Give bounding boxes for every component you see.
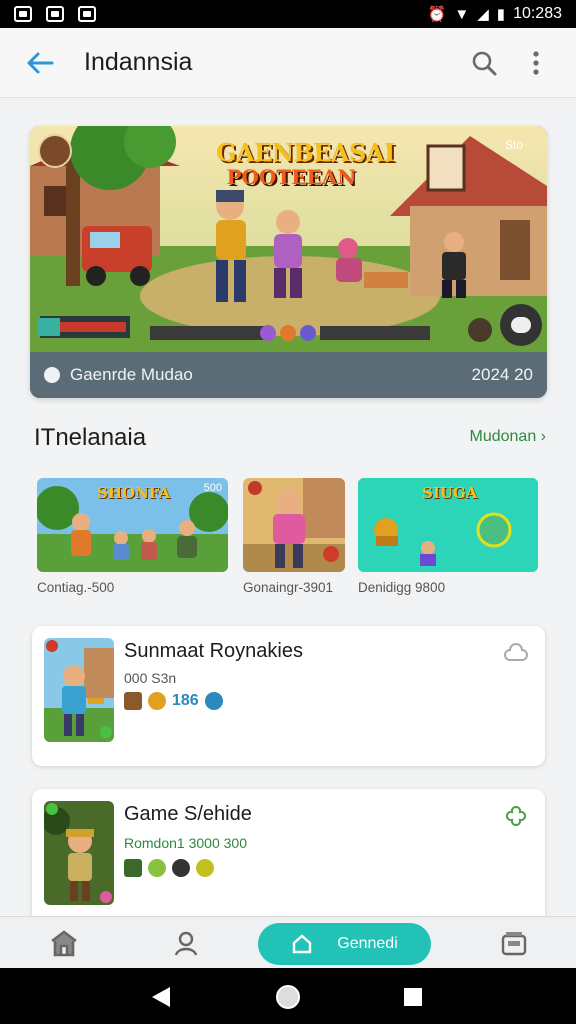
gallery-notification-icon [14, 6, 32, 22]
game-card-label: Denidigg 9800 [358, 580, 446, 595]
page-title: Indannsia [84, 48, 193, 76]
system-home-button[interactable] [273, 982, 303, 1012]
search-button[interactable] [458, 37, 510, 89]
app-bar: Indannsia [0, 28, 576, 98]
game-card-image [243, 478, 345, 572]
featured-game-banner[interactable]: GAENBEASAI POOTEEAN Sto Gaenrde Mudao 20… [30, 126, 547, 398]
list-item-thumbnail [44, 638, 114, 742]
more-options-button[interactable] [510, 37, 562, 89]
clover-icon[interactable] [503, 803, 529, 829]
recents-square-icon [404, 988, 422, 1006]
game-card-label: Gonaingr-3901 [243, 580, 334, 595]
home-circle-icon [276, 985, 300, 1009]
cloud-icon[interactable] [503, 640, 529, 666]
list-item-title: Sunmaat Roynakies [124, 640, 303, 662]
home-icon [51, 930, 77, 957]
section-more-link[interactable]: Mudonan › [470, 428, 547, 446]
card-art-title: SIUGA [422, 484, 478, 502]
chat-bubble-icon [44, 367, 60, 383]
list-item-thumbnail [44, 801, 114, 905]
hero-play-button[interactable] [500, 304, 542, 346]
battery-icon: ▮ [496, 5, 506, 23]
hero-game-logo: GAENBEASAI POOTEEAN [216, 138, 395, 189]
list-item[interactable]: Game S/ehide Romdon1 3000 300 [32, 789, 545, 929]
list-item[interactable]: Sunmaat Roynakies 000 S3n 186 [32, 626, 545, 766]
clock: 10:283 [513, 5, 562, 22]
clock-icon [204, 692, 223, 710]
nav-pill-label: Gennedi [337, 935, 398, 952]
star-icon [196, 859, 214, 877]
system-navigation-bar [0, 968, 576, 1024]
game-card-label: Contiag.-500 [37, 580, 115, 595]
game-card-image: SHONFA 500 [37, 478, 228, 572]
clock-icon [172, 859, 190, 877]
hero-badge: Sto [505, 138, 524, 152]
game-card[interactable]: SHONFA 500 Contiag.-500 [37, 478, 228, 595]
hero-caption-bar: Gaenrde Mudao 2024 20 [30, 352, 547, 398]
system-back-button[interactable] [146, 982, 176, 1012]
back-triangle-icon [152, 987, 170, 1007]
list-item-meta: 186 [124, 692, 223, 710]
nav-home[interactable] [44, 925, 84, 961]
search-icon [472, 51, 497, 75]
list-item-subtitle: 000 S3n [124, 670, 177, 686]
chat-notification-icon [78, 6, 96, 22]
bottom-nav: Gennedi [0, 916, 576, 968]
badge-icon [124, 692, 142, 710]
hero-date: 2024 20 [471, 365, 533, 384]
card-art-title: SHONFA [97, 484, 171, 502]
hero-caption-text: Gaenrde Mudao [70, 365, 193, 384]
list-item-subtitle: Romdon1 3000 300 [124, 835, 247, 851]
list-item-meta [124, 859, 214, 877]
badge-icon [124, 859, 142, 877]
alarm-icon: ⏰ [427, 5, 447, 23]
game-card[interactable]: Gonaingr-3901 [243, 478, 345, 595]
card-art-badge: 500 [203, 482, 222, 494]
library-icon [501, 932, 527, 956]
back-arrow-icon [27, 52, 54, 73]
system-recents-button[interactable] [398, 982, 428, 1012]
nav-library[interactable] [494, 925, 534, 961]
nav-games-pill[interactable]: Gennedi [258, 923, 431, 965]
status-bar: ⏰ ▼ ◢ ▮ 10:283 [0, 0, 576, 28]
game-card-image: SIUGA [358, 478, 538, 572]
section-title: ITnelanaia [34, 424, 147, 451]
nav-profile[interactable] [166, 925, 206, 961]
list-item-number: 186 [172, 692, 199, 709]
game-card[interactable]: SIUGA Denidigg 9800 [358, 478, 538, 595]
chevron-right-icon: › [540, 428, 546, 445]
app-notification-icon [46, 6, 64, 22]
more-vert-icon [533, 50, 539, 75]
profile-icon [174, 931, 198, 956]
wifi-icon: ▼ [454, 5, 470, 23]
coin-icon [148, 859, 166, 877]
signal-icon: ◢ [477, 5, 489, 23]
fire-icon [148, 692, 166, 710]
back-button[interactable] [12, 35, 68, 91]
publisher-avatar [38, 134, 72, 168]
gamepad-icon [293, 934, 312, 954]
list-item-title: Game S/ehide [124, 803, 252, 825]
